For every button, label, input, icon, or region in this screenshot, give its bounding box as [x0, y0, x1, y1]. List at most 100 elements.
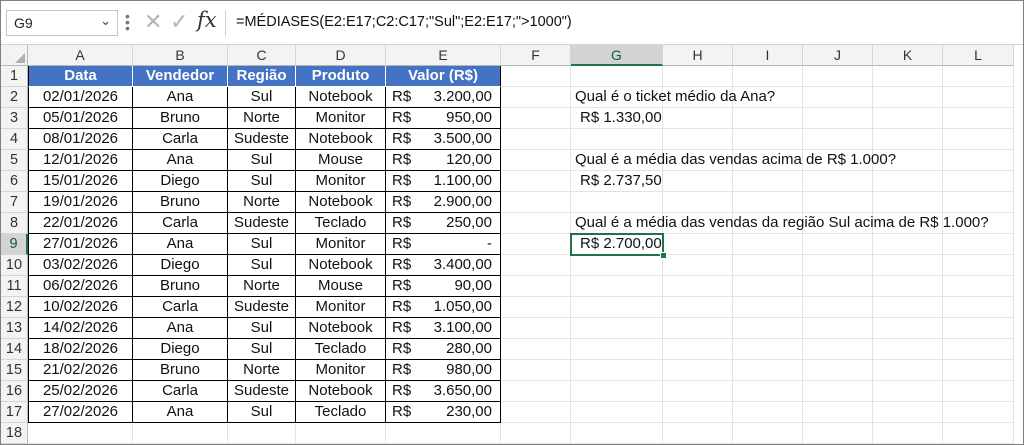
cell[interactable]: [943, 255, 1014, 276]
table-cell-value[interactable]: R$ 3.400,00: [386, 255, 501, 276]
table-cell-value[interactable]: R$ 1.100,00: [386, 171, 501, 192]
table-cell-seller[interactable]: Diego: [133, 171, 228, 192]
table-cell-region[interactable]: Norte: [228, 360, 296, 381]
cell[interactable]: [501, 150, 571, 171]
table-cell-seller[interactable]: Ana: [133, 87, 228, 108]
cell[interactable]: [803, 318, 873, 339]
cell[interactable]: [873, 276, 943, 297]
table-cell-value[interactable]: R$ 90,00: [386, 276, 501, 297]
row-header-8[interactable]: 8: [1, 213, 28, 234]
cell[interactable]: [386, 423, 501, 444]
cell[interactable]: [663, 129, 733, 150]
cell[interactable]: [803, 87, 873, 108]
cell[interactable]: [873, 381, 943, 402]
cell[interactable]: [663, 108, 733, 129]
table-cell-value[interactable]: R$ 250,00: [386, 213, 501, 234]
cell[interactable]: [873, 339, 943, 360]
cell[interactable]: [943, 360, 1014, 381]
cell[interactable]: [571, 339, 663, 360]
cell[interactable]: [663, 318, 733, 339]
cell[interactable]: [501, 423, 571, 444]
fill-handle[interactable]: [660, 252, 667, 259]
cell[interactable]: [943, 108, 1014, 129]
cell[interactable]: [571, 360, 663, 381]
cell[interactable]: [501, 276, 571, 297]
cell[interactable]: [733, 339, 803, 360]
cell[interactable]: [803, 423, 873, 444]
table-cell-product[interactable]: Monitor: [296, 297, 386, 318]
cell[interactable]: [943, 66, 1014, 87]
cell[interactable]: [873, 192, 943, 213]
table-cell-product[interactable]: Notebook: [296, 192, 386, 213]
cell[interactable]: [803, 66, 873, 87]
table-cell-value[interactable]: R$ 950,00: [386, 108, 501, 129]
cell[interactable]: [873, 108, 943, 129]
table-cell-region[interactable]: Sul: [228, 339, 296, 360]
cell[interactable]: [663, 255, 733, 276]
table-cell-date[interactable]: 08/01/2026: [28, 129, 133, 150]
table-cell-date[interactable]: 22/01/2026: [28, 213, 133, 234]
cell[interactable]: [733, 108, 803, 129]
table-cell-product[interactable]: Monitor: [296, 234, 386, 255]
cell[interactable]: [873, 318, 943, 339]
cell[interactable]: [501, 171, 571, 192]
chevron-down-icon[interactable]: ⌄: [100, 13, 111, 29]
column-header-h[interactable]: H: [663, 45, 733, 66]
table-cell-product[interactable]: Monitor: [296, 171, 386, 192]
cell[interactable]: [733, 318, 803, 339]
cell[interactable]: [571, 381, 663, 402]
table-cell-seller[interactable]: Carla: [133, 297, 228, 318]
answer-value[interactable]: R$ 1.330,00: [580, 108, 662, 128]
cell[interactable]: [803, 339, 873, 360]
cell[interactable]: [571, 402, 663, 423]
table-cell-date[interactable]: 12/01/2026: [28, 150, 133, 171]
cell[interactable]: [733, 234, 803, 255]
column-header-e[interactable]: E: [386, 45, 501, 66]
cell[interactable]: [28, 423, 133, 444]
cell[interactable]: [943, 129, 1014, 150]
table-cell-seller[interactable]: Bruno: [133, 192, 228, 213]
table-cell-region[interactable]: Norte: [228, 108, 296, 129]
table-cell-region[interactable]: Sudeste: [228, 381, 296, 402]
cell[interactable]: [501, 297, 571, 318]
table-cell-seller[interactable]: Diego: [133, 255, 228, 276]
table-cell-region[interactable]: Sul: [228, 150, 296, 171]
table-cell-date[interactable]: 15/01/2026: [28, 171, 133, 192]
column-header-c[interactable]: C: [228, 45, 296, 66]
column-header-b[interactable]: B: [133, 45, 228, 66]
table-cell-value[interactable]: R$ 230,00: [386, 402, 501, 423]
table-cell-seller[interactable]: Carla: [133, 213, 228, 234]
table-cell-product[interactable]: Notebook: [296, 318, 386, 339]
cell[interactable]: [873, 255, 943, 276]
cell[interactable]: [873, 87, 943, 108]
table-cell-date[interactable]: 19/01/2026: [28, 192, 133, 213]
cell[interactable]: [803, 381, 873, 402]
row-header-7[interactable]: 7: [1, 192, 28, 213]
cell[interactable]: [943, 423, 1014, 444]
table-cell-date[interactable]: 18/02/2026: [28, 339, 133, 360]
table-cell-seller[interactable]: Diego: [133, 339, 228, 360]
table-cell-seller[interactable]: Bruno: [133, 276, 228, 297]
table-cell-region[interactable]: Sul: [228, 318, 296, 339]
cell[interactable]: [501, 381, 571, 402]
cell[interactable]: [733, 381, 803, 402]
table-cell-date[interactable]: 25/02/2026: [28, 381, 133, 402]
row-header-17[interactable]: 17: [1, 402, 28, 423]
cell[interactable]: [133, 423, 228, 444]
table-cell-region[interactable]: Norte: [228, 276, 296, 297]
table-cell-value[interactable]: R$ 120,00: [386, 150, 501, 171]
cell[interactable]: [733, 255, 803, 276]
table-cell-date[interactable]: 02/01/2026: [28, 87, 133, 108]
table-cell-date[interactable]: 14/02/2026: [28, 318, 133, 339]
cell[interactable]: [733, 171, 803, 192]
table-cell-product[interactable]: Notebook: [296, 255, 386, 276]
cell[interactable]: [663, 171, 733, 192]
table-cell-value[interactable]: R$ -: [386, 234, 501, 255]
cell[interactable]: [663, 234, 733, 255]
name-box[interactable]: G9 ⌄: [6, 10, 118, 36]
table-cell-product[interactable]: Teclado: [296, 213, 386, 234]
table-cell-date[interactable]: 10/02/2026: [28, 297, 133, 318]
cell[interactable]: [873, 297, 943, 318]
cell[interactable]: [803, 276, 873, 297]
row-header-5[interactable]: 5: [1, 150, 28, 171]
